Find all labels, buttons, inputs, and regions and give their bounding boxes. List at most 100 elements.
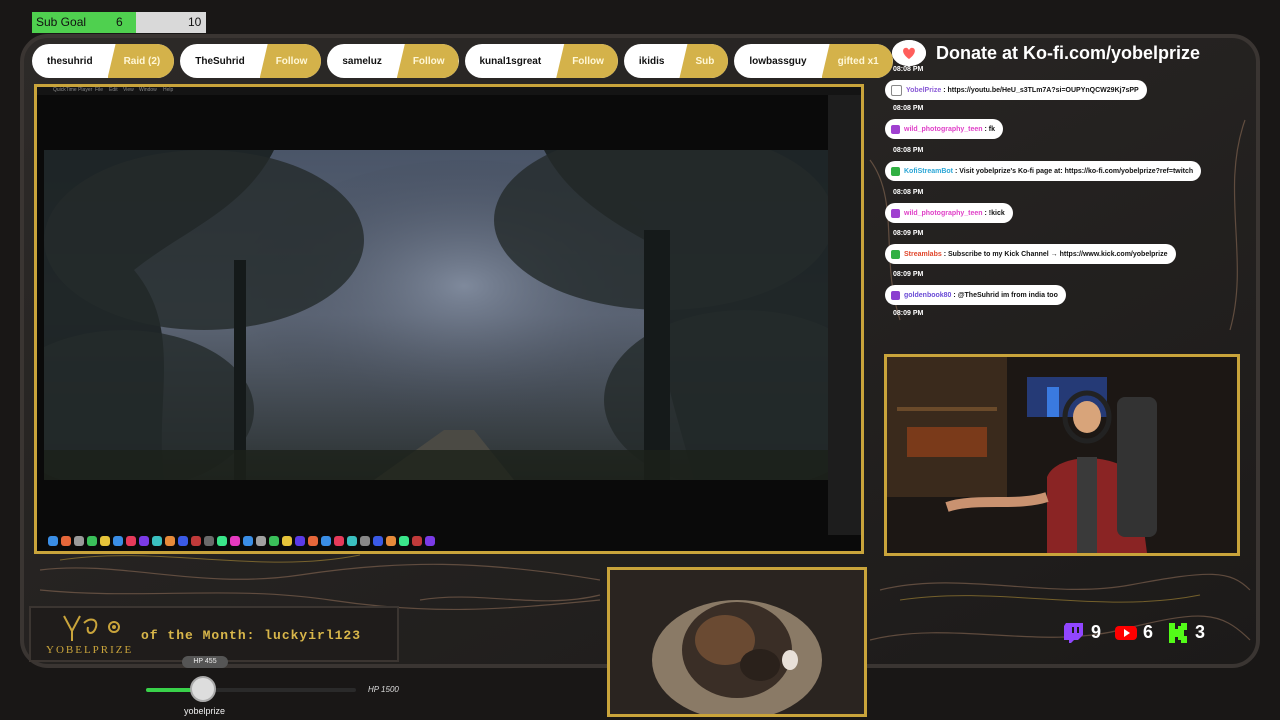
sub-goal-bar: Sub Goal 6 10	[32, 12, 206, 33]
event-type: Follow	[396, 44, 459, 78]
dock-app-icon[interactable]	[399, 536, 409, 546]
youtube-count-value: 6	[1143, 622, 1154, 642]
chat-user: wild_photography_teen	[904, 209, 983, 217]
kick-count-value: 3	[1195, 622, 1206, 642]
chat-message: 08:08 PM wild_photography_teen : !kick	[885, 189, 1013, 223]
event-name: TheSuhrid	[195, 55, 245, 67]
dock-app-icon[interactable]	[308, 536, 318, 546]
chat-message: 08:09 PM Streamlabs : Subscribe to my Ki…	[885, 230, 1176, 264]
vip-badge-icon	[891, 208, 900, 218]
hp-max-label: HP 1500	[368, 685, 399, 694]
youtube-icon	[1115, 625, 1138, 640]
kofi-donate-banner: Donate at Ko-fi.com/yobelprize	[892, 40, 1200, 66]
hp-bar	[146, 688, 356, 692]
dock-app-icon[interactable]	[74, 536, 84, 546]
dock-app-icon[interactable]	[360, 536, 370, 546]
menu-item[interactable]: File	[95, 87, 103, 93]
dock-app-icon[interactable]	[113, 536, 123, 546]
event-name: sameluz	[342, 55, 382, 67]
dock-app-icon[interactable]	[321, 536, 331, 546]
kofi-text: Donate at Ko-fi.com/yobelprize	[936, 42, 1201, 63]
dock-app-icon[interactable]	[347, 536, 357, 546]
dock-app-icon[interactable]	[100, 536, 110, 546]
chat-time: 08:08 PM	[893, 147, 924, 154]
moderator-badge-icon	[891, 166, 900, 176]
menu-item[interactable]: QuickTime Player	[53, 87, 92, 93]
video-frame-misty-forest[interactable]	[44, 150, 828, 480]
mac-dock	[44, 533, 859, 549]
dock-app-icon[interactable]	[204, 536, 214, 546]
hp-current-badge: HP 455	[182, 656, 228, 668]
sub-of-the-month: of the Month: luckyirl123	[141, 628, 362, 643]
twitch-count-value: 9	[1091, 622, 1102, 642]
moderator-badge-icon	[891, 249, 900, 259]
vip-badge-icon	[891, 124, 900, 134]
subscriber-badge-icon	[891, 290, 900, 300]
chat-user: Streamlabs	[904, 250, 942, 258]
logo-wordmark: YOBELPRIZE	[46, 644, 134, 656]
dock-app-icon[interactable]	[152, 536, 162, 546]
event-type: Follow	[259, 44, 322, 78]
event-pill: thesuhrid Raid (2)	[32, 44, 175, 78]
kick-count: 3	[1167, 622, 1205, 643]
dock-app-icon[interactable]	[87, 536, 97, 546]
chat-message: 08:09 PM goldenbook80 : @TheSuhrid im fr…	[885, 271, 1066, 317]
chat-text: https://youtu.be/HeU_s3TLm7A?si=OUPYnQCW…	[947, 86, 1139, 94]
dock-app-icon[interactable]	[243, 536, 253, 546]
twitch-icon	[1064, 622, 1083, 643]
dock-app-icon[interactable]	[191, 536, 201, 546]
event-name: ikidis	[638, 55, 665, 67]
event-pill: lowbassguy gifted x1	[734, 44, 893, 78]
dock-app-icon[interactable]	[230, 536, 240, 546]
chat-message: 08:08 PM KofiStreamBot : Visit yobelpriz…	[885, 147, 1202, 181]
event-name: thesuhrid	[47, 55, 93, 67]
chat-user: YobelPrize	[906, 86, 942, 94]
sub-goal-label: Sub Goal	[36, 15, 87, 29]
event-type: Follow	[556, 44, 618, 78]
chat-text: @TheSuhrid im from india too	[957, 291, 1058, 299]
screen-share: QuickTime Player File Edit View Window H…	[34, 84, 864, 554]
webcam-streamer	[884, 354, 1240, 556]
twitch-count: 9	[1063, 622, 1101, 643]
chat-time: 08:08 PM	[893, 105, 924, 112]
menu-item[interactable]: Edit	[109, 87, 118, 93]
menu-item[interactable]: View	[123, 87, 134, 93]
menu-item[interactable]: Help	[163, 87, 173, 93]
dock-app-icon[interactable]	[269, 536, 279, 546]
dock-app-icon[interactable]	[412, 536, 422, 546]
event-type: Raid (2)	[107, 44, 175, 78]
dock-app-icon[interactable]	[373, 536, 383, 546]
editor-side-panel[interactable]	[828, 95, 861, 535]
chat-user: wild_photography_teen	[904, 125, 983, 133]
sub-goal-current: 6	[116, 15, 123, 29]
dock-app-icon[interactable]	[139, 536, 149, 546]
event-pill: ikidis Sub	[623, 44, 729, 78]
chat-text: !kick	[988, 209, 1005, 217]
dock-app-icon[interactable]	[61, 536, 71, 546]
dock-app-icon[interactable]	[126, 536, 136, 546]
dock-app-icon[interactable]	[295, 536, 305, 546]
event-pill: TheSuhrid Follow	[180, 44, 322, 78]
hp-username: yobelprize	[184, 706, 226, 716]
event-name: lowbassguy	[749, 55, 807, 67]
chat-text: Visit yobelprize's Ko-fi page at: https:…	[959, 167, 1194, 175]
chat-user: KofiStreamBot	[904, 167, 954, 175]
dock-app-icon[interactable]	[256, 536, 266, 546]
dock-app-icon[interactable]	[48, 536, 58, 546]
chat-text: Subscribe to my Kick Channel → https://w…	[947, 250, 1168, 258]
dock-app-icon[interactable]	[334, 536, 344, 546]
event-type: gifted x1	[821, 44, 893, 78]
kick-icon	[1169, 622, 1188, 643]
recent-events-bar: thesuhrid Raid (2) TheSuhrid Follow samelu…	[32, 44, 893, 78]
dock-app-icon[interactable]	[386, 536, 396, 546]
chat-time: 08:09 PM	[893, 271, 924, 278]
chat-text: fk	[988, 125, 996, 133]
platform-counts: 9 6 3	[1063, 622, 1205, 643]
dock-app-icon[interactable]	[282, 536, 292, 546]
dock-app-icon[interactable]	[165, 536, 175, 546]
dock-app-icon[interactable]	[425, 536, 435, 546]
dock-app-icon[interactable]	[217, 536, 227, 546]
dock-app-icon[interactable]	[178, 536, 188, 546]
chat-time: 08:08 PM	[893, 66, 924, 73]
menu-item[interactable]: Window	[139, 87, 157, 93]
